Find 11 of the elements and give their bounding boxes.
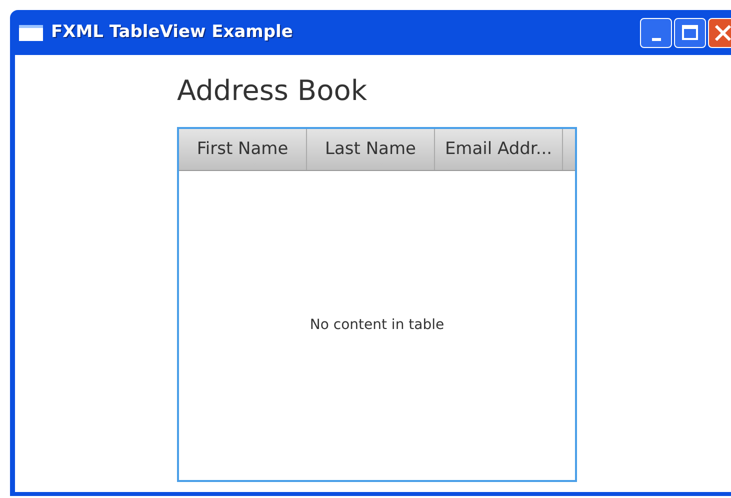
column-header[interactable]: Email Addr... [435, 129, 563, 170]
close-button[interactable] [708, 18, 731, 48]
window-icon [19, 24, 43, 40]
maximize-button[interactable] [674, 18, 706, 48]
column-header[interactable]: Last Name [307, 129, 435, 170]
column-header[interactable]: First Name [179, 129, 307, 170]
empty-table-message: No content in table [310, 316, 444, 335]
window-title: FXML TableView Example [51, 20, 293, 44]
close-icon [714, 24, 731, 42]
heading: Address Book [177, 73, 368, 109]
minimize-button[interactable] [640, 18, 672, 48]
